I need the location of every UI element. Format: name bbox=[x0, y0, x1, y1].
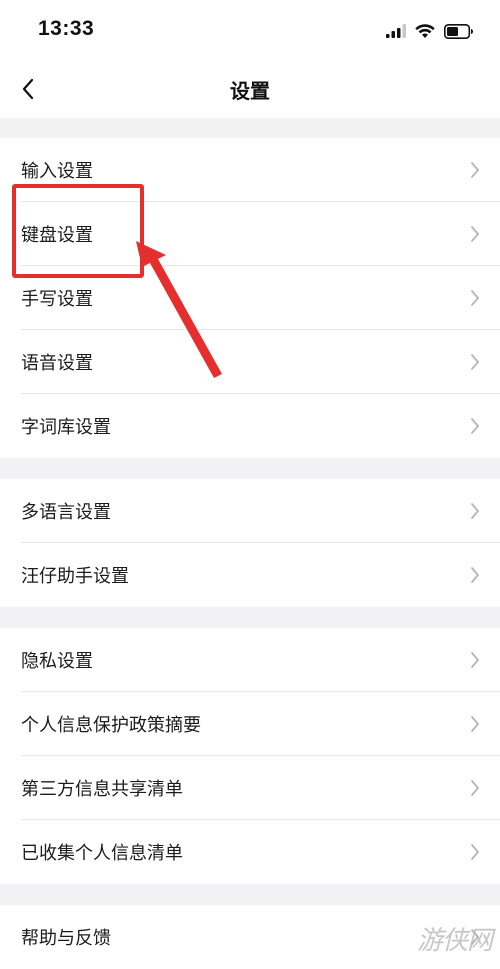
chevron-right-icon bbox=[471, 780, 479, 796]
row-label: 键盘设置 bbox=[21, 225, 93, 246]
chevron-right-icon bbox=[471, 354, 479, 370]
chevron-right-icon bbox=[471, 844, 479, 860]
status-bar: 13:33 bbox=[0, 0, 500, 60]
row-label: 多语言设置 bbox=[21, 502, 111, 523]
settings-group-2: 多语言设置 汪仔助手设置 bbox=[0, 479, 500, 607]
list-item-handwriting-settings[interactable]: 手写设置 bbox=[0, 266, 500, 330]
list-item-privacy-settings[interactable]: 隐私设置 bbox=[0, 628, 500, 692]
wifi-icon bbox=[415, 23, 435, 38]
list-item-multilanguage-settings[interactable]: 多语言设置 bbox=[0, 479, 500, 543]
chevron-right-icon bbox=[471, 290, 479, 306]
row-label: 隐私设置 bbox=[21, 651, 93, 672]
settings-group-1: 输入设置 键盘设置 手写设置 语音设置 字词库设置 bbox=[0, 138, 500, 458]
list-item-voice-settings[interactable]: 语音设置 bbox=[0, 330, 500, 394]
chevron-right-icon bbox=[471, 418, 479, 434]
list-item-input-settings[interactable]: 输入设置 bbox=[0, 138, 500, 202]
list-item-privacy-policy-summary[interactable]: 个人信息保护政策摘要 bbox=[0, 692, 500, 756]
watermark-logo: 游侠网 bbox=[416, 926, 493, 956]
list-item-wangzai-assistant-settings[interactable]: 汪仔助手设置 bbox=[0, 543, 500, 607]
status-icons bbox=[386, 21, 474, 41]
nav-bar: 设置 bbox=[0, 60, 500, 118]
row-label: 个人信息保护政策摘要 bbox=[21, 715, 201, 736]
row-label: 字词库设置 bbox=[21, 417, 111, 438]
chevron-right-icon bbox=[471, 226, 479, 242]
row-label: 帮助与反馈 bbox=[21, 928, 111, 949]
battery-icon bbox=[444, 23, 473, 39]
row-label: 输入设置 bbox=[21, 161, 93, 182]
chevron-right-icon bbox=[471, 716, 479, 732]
settings-group-3: 隐私设置 个人信息保护政策摘要 第三方信息共享清单 已收集个人信息清单 bbox=[0, 628, 500, 884]
row-label: 语音设置 bbox=[21, 353, 93, 374]
list-item-third-party-sharing-list[interactable]: 第三方信息共享清单 bbox=[0, 756, 500, 820]
chevron-right-icon bbox=[471, 652, 479, 668]
row-label: 第三方信息共享清单 bbox=[21, 779, 183, 800]
list-item-dictionary-settings[interactable]: 字词库设置 bbox=[0, 394, 500, 458]
row-label: 已收集个人信息清单 bbox=[21, 843, 183, 864]
page-title: 设置 bbox=[230, 79, 270, 103]
status-time: 13:33 bbox=[38, 17, 95, 40]
row-label: 手写设置 bbox=[21, 289, 93, 310]
chevron-right-icon bbox=[471, 162, 479, 178]
list-item-keyboard-settings[interactable]: 键盘设置 bbox=[0, 202, 500, 266]
list-item-collected-info-list[interactable]: 已收集个人信息清单 bbox=[0, 820, 500, 884]
row-label: 汪仔助手设置 bbox=[21, 566, 129, 587]
chevron-right-icon bbox=[471, 567, 479, 583]
signal-icon bbox=[386, 24, 406, 38]
chevron-right-icon bbox=[471, 503, 479, 519]
